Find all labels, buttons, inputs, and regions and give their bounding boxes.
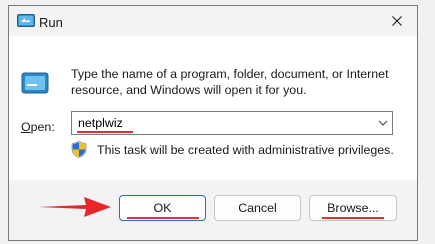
dialog-content: Type the name of a program, folder, docu…: [9, 36, 417, 180]
ok-button-label: OK: [153, 201, 172, 215]
open-input-value[interactable]: netplwiz: [78, 116, 123, 130]
close-icon: [392, 16, 402, 26]
open-label-hotkey: O: [21, 120, 31, 134]
annotation-arrow-icon: [38, 197, 111, 217]
run-app-icon: [17, 14, 35, 27]
cancel-button-label: Cancel: [238, 201, 277, 215]
admin-privileges-notice: This task will be created with administr…: [97, 143, 394, 157]
close-button[interactable]: [377, 6, 417, 36]
uac-shield-icon: [71, 141, 87, 158]
open-label: Open:: [21, 120, 55, 134]
annotation-underline-ok: [127, 217, 199, 219]
open-combobox[interactable]: netplwiz: [71, 111, 393, 135]
cancel-button[interactable]: Cancel: [214, 195, 301, 221]
ok-button[interactable]: OK: [119, 195, 206, 221]
browse-button[interactable]: Browse...: [309, 195, 397, 221]
open-label-text: pen:: [30, 120, 55, 134]
window-title: Run: [39, 15, 63, 30]
annotation-underline-input: [77, 131, 133, 133]
dialog-description: Type the name of a program, folder, docu…: [71, 67, 389, 97]
browse-button-label: Browse...: [327, 201, 379, 215]
chevron-down-icon[interactable]: [378, 119, 388, 127]
title-bar: Run: [9, 6, 417, 36]
annotation-underline-browse: [322, 217, 384, 219]
run-program-icon: [21, 72, 49, 94]
